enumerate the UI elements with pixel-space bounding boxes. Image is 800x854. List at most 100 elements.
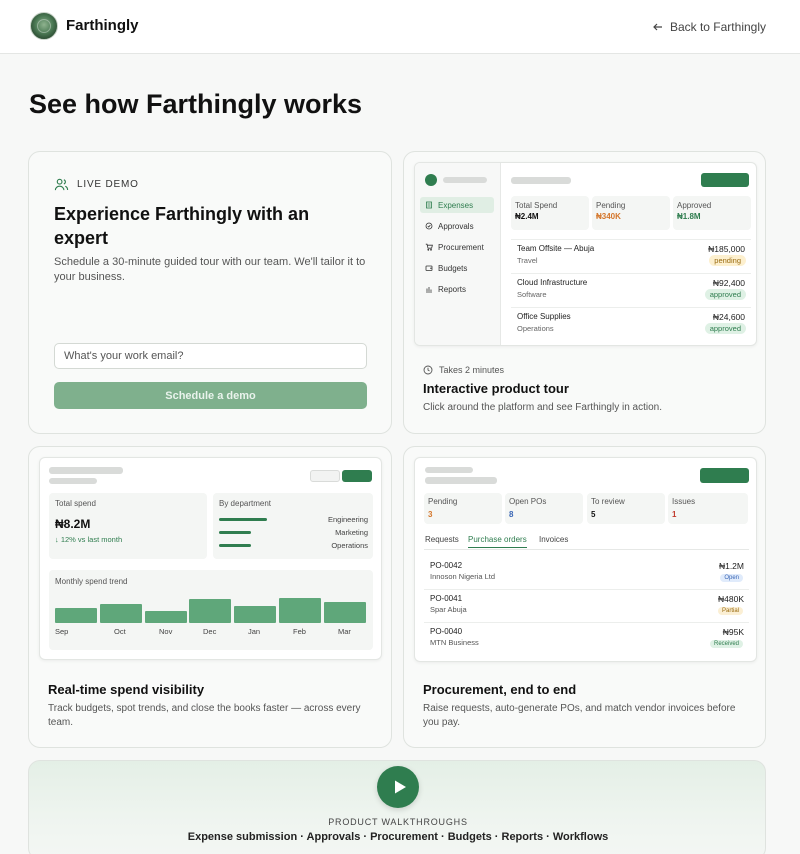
trend-month-label: Sep [55, 627, 69, 636]
department-bar [219, 518, 267, 521]
tour-description: Click around the platform and see Farthi… [423, 402, 663, 413]
duration-label: Takes 2 minutes [439, 365, 505, 375]
tab-invoices[interactable]: Invoices [539, 535, 568, 544]
kpi-value: 1 [672, 510, 677, 519]
clock-icon [423, 365, 433, 375]
work-email-input[interactable] [54, 343, 367, 369]
placeholder-bar [49, 478, 97, 484]
kpi-open-pos: Open POs 8 [505, 493, 583, 524]
purchase-order-row[interactable]: PO-0042 Innoson Nigeria Ltd ₦1.2M Open [424, 557, 749, 588]
walkthrough-eyebrow: PRODUCT WALKTHROUGHS [328, 817, 468, 827]
stat-total-spend: Total Spend ₦2.4M [511, 196, 589, 230]
purchase-order-row[interactable]: PO-0041 Spar Abuja ₦480K Partial [424, 589, 749, 620]
placeholder-bar [511, 177, 571, 184]
preview-nav-procurement[interactable]: Procurement [420, 239, 494, 255]
total-spend-panel: Total spend ₦8.2M ↓ 12% vs last month [49, 493, 207, 559]
kpi-value: 8 [509, 510, 514, 519]
transaction-row[interactable]: Office Supplies Operations ₦24,600 appro… [511, 307, 751, 335]
procurement-description: Raise requests, auto-generate POs, and m… [423, 703, 736, 728]
trend-month-label: Jan [248, 627, 261, 636]
kpi-label: Pending [428, 497, 458, 506]
kpi-label: To review [591, 497, 625, 506]
trend-bar [145, 611, 187, 623]
procurement-card[interactable]: Pending 3 Open POs 8 To review 5 Issues … [403, 446, 766, 748]
transaction-row[interactable]: Cloud Infrastructure Software ₦92,400 ap… [511, 273, 751, 301]
preview-filter-button[interactable] [310, 470, 340, 482]
preview-action-button[interactable] [701, 173, 749, 187]
product-tour-card[interactable]: Expenses Approvals Procurement Budgets R… [403, 151, 766, 434]
total-spend-label: Total spend [55, 499, 96, 508]
play-walkthrough-button[interactable] [377, 766, 419, 808]
po-amount: ₦95K [722, 627, 744, 637]
status-badge: pending [709, 255, 746, 266]
po-id: PO-0040 [430, 627, 463, 636]
kpi-label: Open POs [509, 497, 547, 506]
preview-action-button[interactable] [342, 470, 372, 482]
preview-nav-budgets[interactable]: Budgets [420, 260, 494, 276]
nav-label: Budgets [438, 263, 468, 273]
trend-month-label: Nov [159, 627, 173, 636]
tab-requests[interactable]: Requests [425, 535, 459, 544]
spend-visibility-card[interactable]: Total spend ₦8.2M ↓ 12% vs last month By… [28, 446, 392, 748]
department-name: Engineering [327, 515, 368, 524]
stat-value: ₦340K [596, 212, 621, 221]
status-badge: approved [704, 289, 746, 300]
nav-label: Approvals [438, 221, 474, 231]
brand-logo[interactable] [30, 12, 58, 40]
po-vendor: MTN Business [430, 638, 479, 647]
back-link[interactable]: Back to Farthingly [652, 20, 766, 34]
trend-month-label: Dec [203, 627, 217, 636]
trend-month-label: Mar [338, 627, 351, 636]
play-icon [395, 780, 406, 794]
department-bar [219, 531, 251, 534]
tour-preview[interactable]: Expenses Approvals Procurement Budgets R… [414, 162, 757, 346]
trend-panel: Monthly spend trend Sep Oct Nov Dec Jan Feb Ma… [49, 570, 373, 650]
department-label: By department [219, 499, 272, 508]
brand-name[interactable]: Farthingly [66, 17, 139, 34]
kpi-pending: Pending 3 [424, 493, 502, 524]
preview-nav-reports[interactable]: Reports [420, 281, 494, 297]
po-amount: ₦1.2M [718, 561, 744, 571]
po-id: PO-0041 [430, 594, 463, 603]
status-badge: Partial [717, 607, 743, 615]
page-title: See how Farthingly works [29, 89, 363, 119]
tour-title: Interactive product tour [423, 381, 569, 396]
kpi-issues: Issues 1 [668, 493, 748, 524]
stat-label: Approved [677, 201, 712, 210]
trend-month-label: Oct [114, 627, 126, 636]
transaction-amount: ₦92,400 [712, 278, 745, 288]
trend-bar [55, 608, 97, 623]
stat-label: Pending [596, 201, 626, 210]
walkthrough-banner: PRODUCT WALKTHROUGHS Expense submission … [28, 760, 766, 854]
stat-value: ₦1.8M [677, 212, 701, 221]
top-bar: Farthingly Back to Farthingly [0, 0, 800, 54]
trend-bar [324, 602, 366, 623]
purchase-order-row[interactable]: PO-0040 MTN Business ₦95K Received [424, 622, 749, 653]
kpi-label: Issues [672, 497, 696, 506]
transaction-category: Software [517, 290, 547, 299]
live-demo-eyebrow: LIVE DEMO [54, 177, 139, 192]
preview-logo-dot [425, 174, 437, 186]
schedule-demo-button[interactable]: Schedule a demo [54, 382, 367, 409]
status-badge: approved [704, 323, 746, 334]
trend-bar [279, 598, 321, 623]
tab-purchase-orders[interactable]: Purchase orders [468, 535, 527, 548]
demo-title: Experience Farthingly with an expert [54, 204, 310, 248]
walkthrough-topics: Expense submission · Approvals · Procure… [187, 831, 609, 843]
trend-label: Monthly spend trend [55, 577, 128, 586]
kpi-value: 5 [591, 510, 596, 519]
stat-value: ₦2.4M [515, 212, 539, 221]
procurement-title: Procurement, end to end [423, 682, 577, 697]
transaction-row[interactable]: Team Offsite — Abuja Travel ₦185,000 pen… [511, 239, 751, 267]
po-amount: ₦480K [718, 594, 744, 604]
wallet-icon [425, 265, 433, 271]
placeholder-bar [425, 467, 473, 473]
preview-action-button[interactable] [700, 468, 749, 483]
status-badge: Received [709, 640, 743, 648]
preview-sidebar: Expenses Approvals Procurement Budgets R… [415, 163, 501, 345]
preview-nav-expenses[interactable]: Expenses [420, 197, 494, 213]
preview-nav-approvals[interactable]: Approvals [420, 218, 494, 234]
demo-description: Schedule a 30-minute guided tour with ou… [54, 256, 366, 283]
department-name: Marketing [335, 528, 368, 537]
spend-description: Track budgets, spot trends, and close th… [48, 703, 361, 728]
